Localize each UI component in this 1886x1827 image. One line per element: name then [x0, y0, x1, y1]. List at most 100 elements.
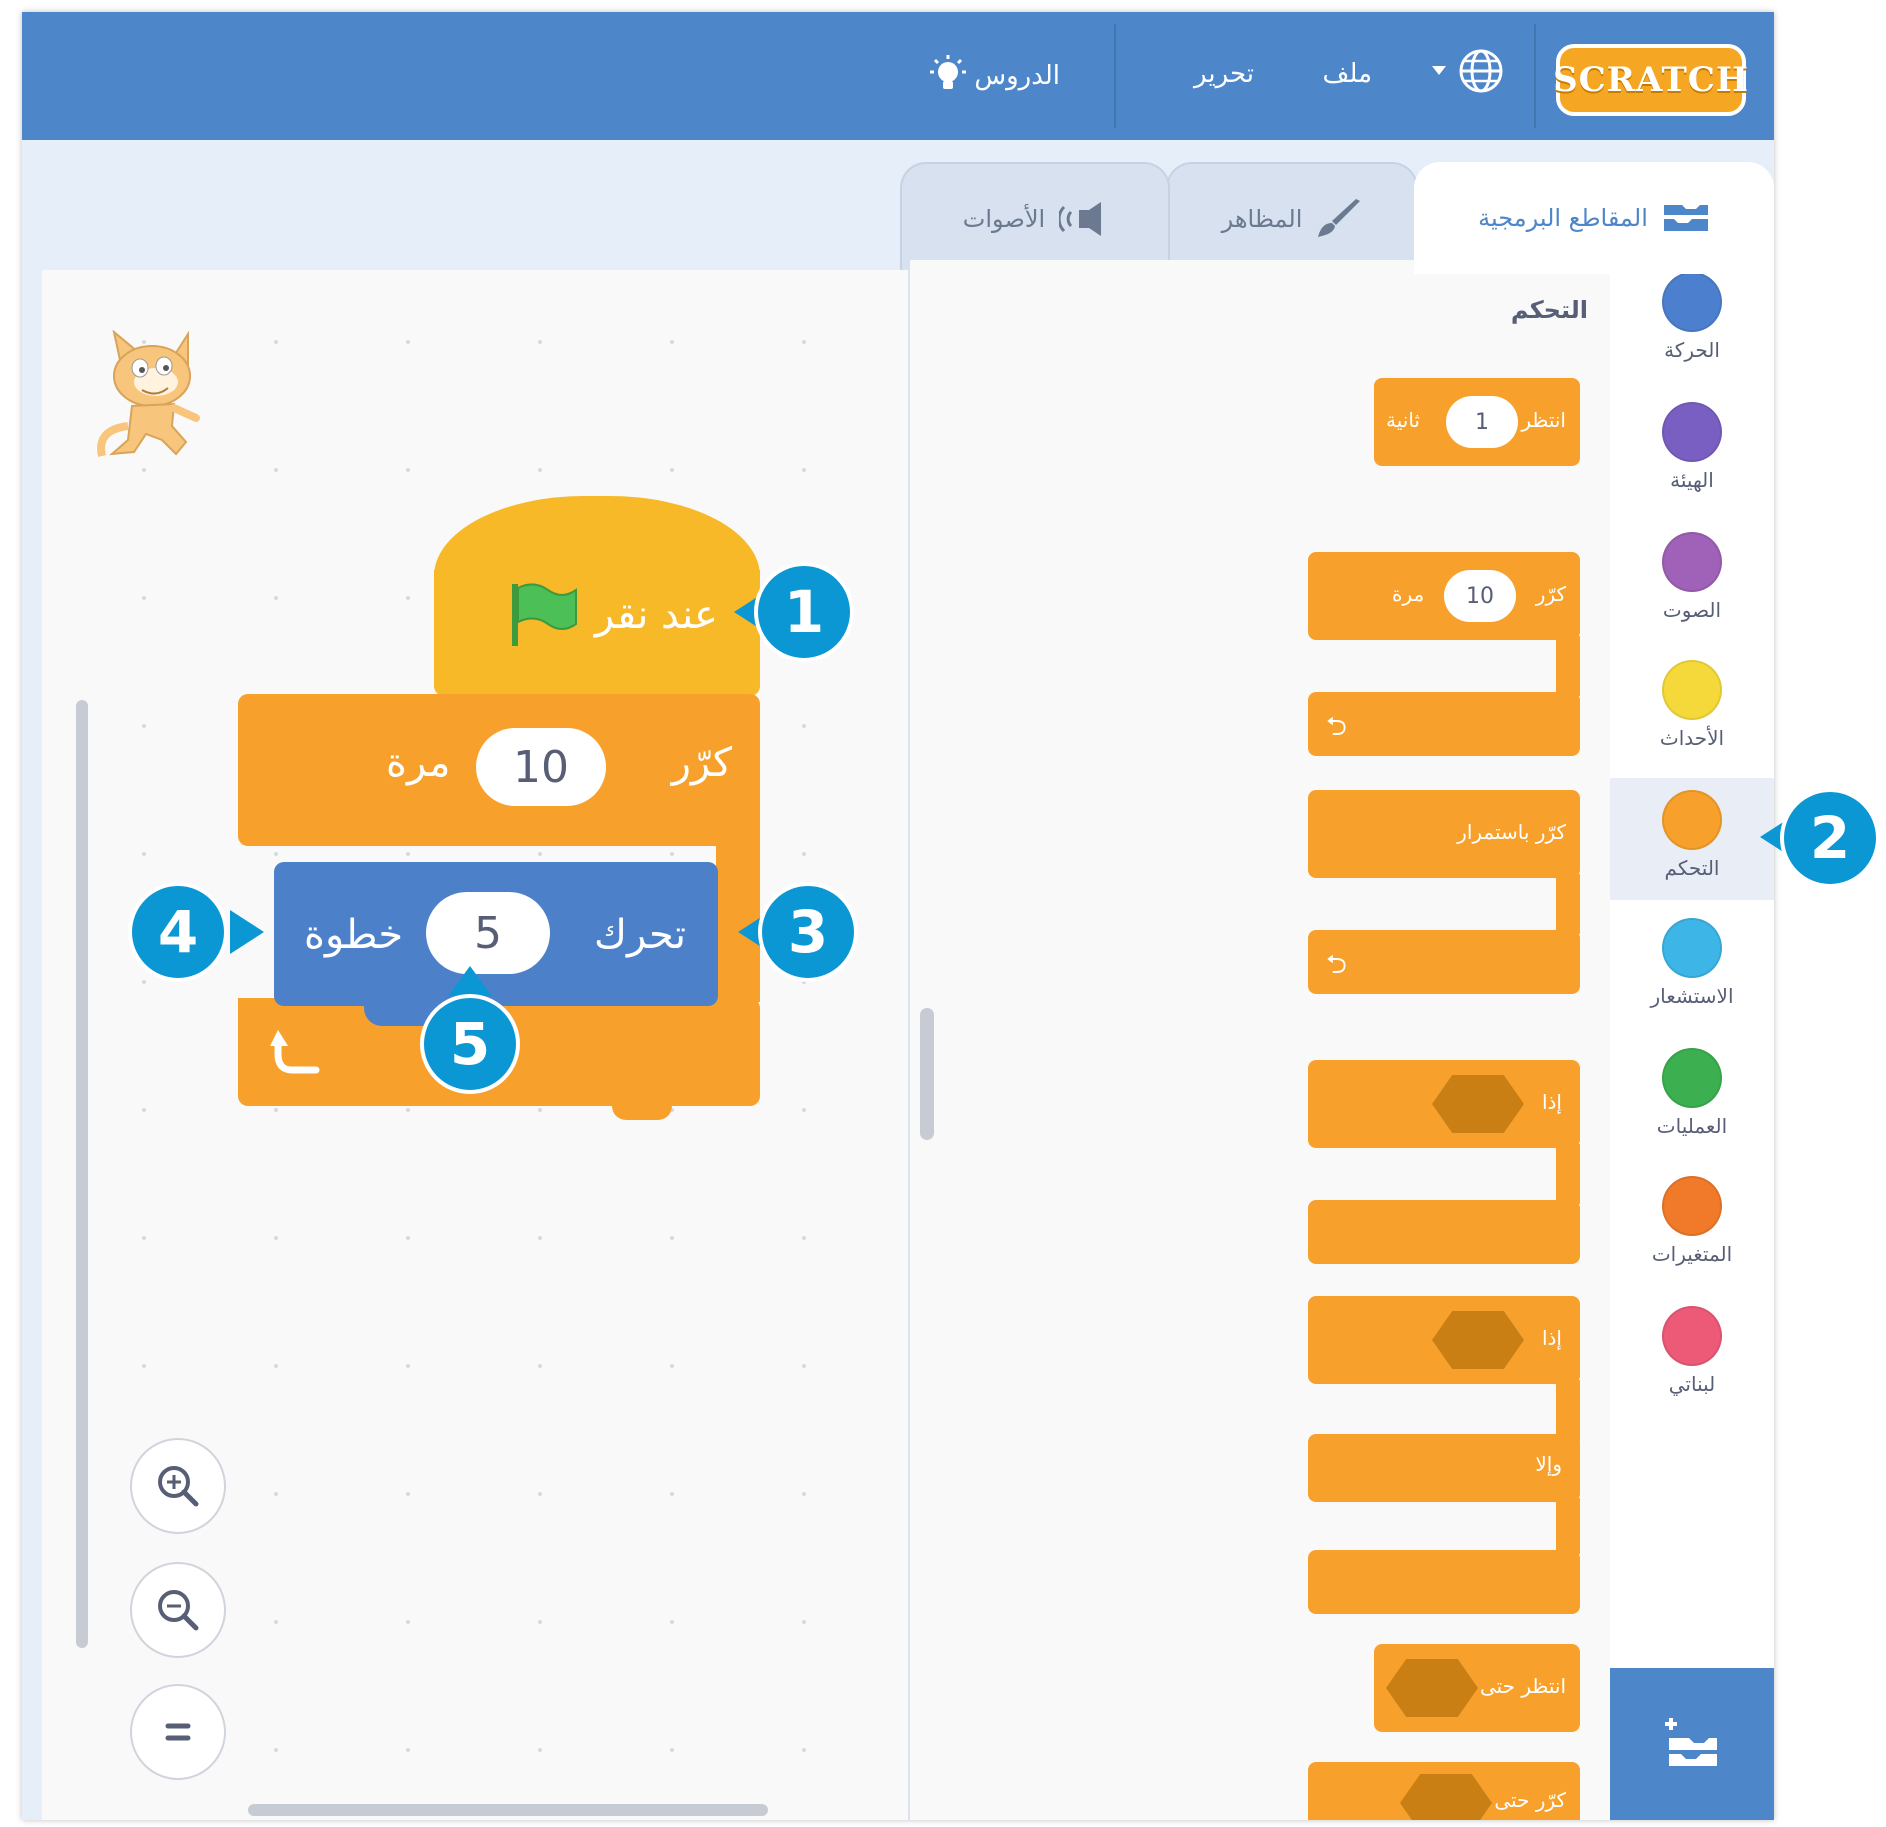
speaker-icon	[1059, 202, 1102, 236]
tab-costumes[interactable]: المظاهر	[1166, 162, 1418, 274]
grid-dot	[670, 1748, 674, 1752]
condition-slot[interactable]	[1432, 1075, 1524, 1133]
grid-dot	[538, 1236, 542, 1240]
category-sensing[interactable]: الاستشعار	[1610, 906, 1774, 1026]
wait-block-label: انتظر	[1521, 408, 1566, 432]
zoom-out-button[interactable]	[130, 1562, 226, 1658]
move-unit-label: خطوة	[304, 912, 404, 958]
palette-category-title: التحكم	[1510, 296, 1588, 324]
grid-dot	[538, 852, 542, 856]
grid-dot	[406, 468, 410, 472]
wait-block-unit: ثانية	[1386, 408, 1420, 432]
repeat-block-label: كرّر	[1535, 582, 1566, 606]
category-dot	[1662, 1306, 1722, 1366]
add-extension-icon	[1665, 1718, 1717, 1766]
grid-dot	[538, 1364, 542, 1368]
grid-dot	[406, 1108, 410, 1112]
grid-dot	[274, 1364, 278, 1368]
category-motion[interactable]: الحركة	[1610, 260, 1774, 380]
grid-dot	[802, 724, 806, 728]
vertical-scrollbar[interactable]	[76, 700, 88, 1648]
horizontal-scrollbar[interactable]	[248, 1804, 768, 1816]
grid-dot	[406, 1492, 410, 1496]
code-blocks-icon	[1663, 205, 1708, 231]
caret-down-icon	[1432, 66, 1446, 75]
grid-dot	[406, 1748, 410, 1752]
category-dot	[1662, 660, 1722, 720]
category-dot	[1662, 272, 1722, 332]
grid-dot	[802, 340, 806, 344]
tab-costumes-label: المظاهر	[1221, 205, 1303, 233]
grid-dot	[538, 1108, 542, 1112]
scratch-logo[interactable]: SCRATCH	[1553, 44, 1748, 116]
category-label: الحركة	[1664, 338, 1720, 362]
forever-block-label: كرّر باستمرار	[1457, 820, 1566, 844]
grid-dot	[406, 1364, 410, 1368]
tab-sounds[interactable]: الأصوات	[900, 162, 1170, 274]
grid-dot	[406, 1620, 410, 1624]
grid-dot	[274, 1236, 278, 1240]
grid-dot	[538, 340, 542, 344]
category-control[interactable]: التحكم	[1610, 778, 1774, 900]
repeat-until-block[interactable]: كرّر حتى	[1308, 1762, 1580, 1820]
category-operators[interactable]: العمليات	[1610, 1036, 1774, 1156]
condition-slot[interactable]	[1400, 1774, 1492, 1820]
repeat-count-input[interactable]: 10	[1444, 570, 1516, 622]
zoom-in-button[interactable]	[130, 1438, 226, 1534]
category-events[interactable]: الأحداث	[1610, 648, 1774, 768]
category-my-blocks[interactable]: لبناتي	[1610, 1294, 1774, 1414]
grid-dot	[802, 1620, 806, 1624]
tutorials-menu[interactable]: الدروس	[926, 54, 1060, 98]
grid-dot	[274, 852, 278, 856]
add-extension-button[interactable]	[1610, 1668, 1774, 1820]
grid-dot	[274, 468, 278, 472]
grid-dot	[538, 1748, 542, 1752]
category-looks[interactable]: الهيئة	[1610, 390, 1774, 510]
grid-dot	[802, 468, 806, 472]
category-dot	[1662, 1176, 1722, 1236]
grid-dot	[538, 468, 542, 472]
when-flag-clicked-label: عند نقر	[594, 592, 718, 638]
grid-dot	[142, 1236, 146, 1240]
category-label: التحكم	[1664, 856, 1720, 880]
loop-arrow-icon	[270, 1030, 320, 1074]
category-dot	[1662, 1048, 1722, 1108]
category-variables[interactable]: المتغيرات	[1610, 1164, 1774, 1284]
wait-seconds-input[interactable]: 1	[1446, 396, 1518, 448]
zoom-reset-button[interactable]	[130, 1684, 226, 1780]
repeat-count-input[interactable]: 10	[476, 728, 606, 806]
grid-dot	[142, 980, 146, 984]
loop-arrow-icon: ⮌	[1326, 950, 1347, 980]
grid-dot	[670, 1492, 674, 1496]
repeat-block-unit: مرة	[1392, 582, 1425, 606]
zoom-out-icon	[158, 1590, 199, 1631]
menu-divider	[1114, 24, 1116, 128]
grid-dot	[406, 1236, 410, 1240]
grid-dot	[802, 1364, 806, 1368]
palette-scrollbar[interactable]	[920, 1008, 934, 1140]
grid-dot	[406, 852, 410, 856]
zoom-in-icon	[158, 1466, 199, 1507]
move-steps-input[interactable]: 5	[426, 892, 550, 974]
wait-block[interactable]: انتظر 1 ثانية	[1374, 378, 1580, 466]
paintbrush-icon	[1318, 199, 1361, 237]
tab-code[interactable]: المقاطع البرمجية	[1414, 162, 1774, 274]
grid-dot	[274, 596, 278, 600]
grid-dot	[670, 468, 674, 472]
category-sound[interactable]: الصوت	[1610, 520, 1774, 640]
if-else-block-if-label: إذا	[1541, 1326, 1562, 1350]
grid-dot	[142, 724, 146, 728]
condition-slot[interactable]	[1432, 1311, 1524, 1369]
grid-dot	[538, 1492, 542, 1496]
language-menu[interactable]	[1432, 46, 1506, 96]
file-menu[interactable]: ملف	[1323, 54, 1372, 94]
grid-dot	[274, 1492, 278, 1496]
grid-dot	[274, 1748, 278, 1752]
wait-until-block[interactable]: انتظر حتى	[1374, 1644, 1580, 1732]
category-dot	[1662, 402, 1722, 462]
callout-2: 2	[1780, 788, 1880, 888]
edit-menu[interactable]: تحرير	[1194, 54, 1254, 94]
wait-until-block-label: انتظر حتى	[1479, 1674, 1566, 1698]
equals-icon	[165, 1723, 191, 1741]
condition-slot[interactable]	[1386, 1659, 1478, 1717]
